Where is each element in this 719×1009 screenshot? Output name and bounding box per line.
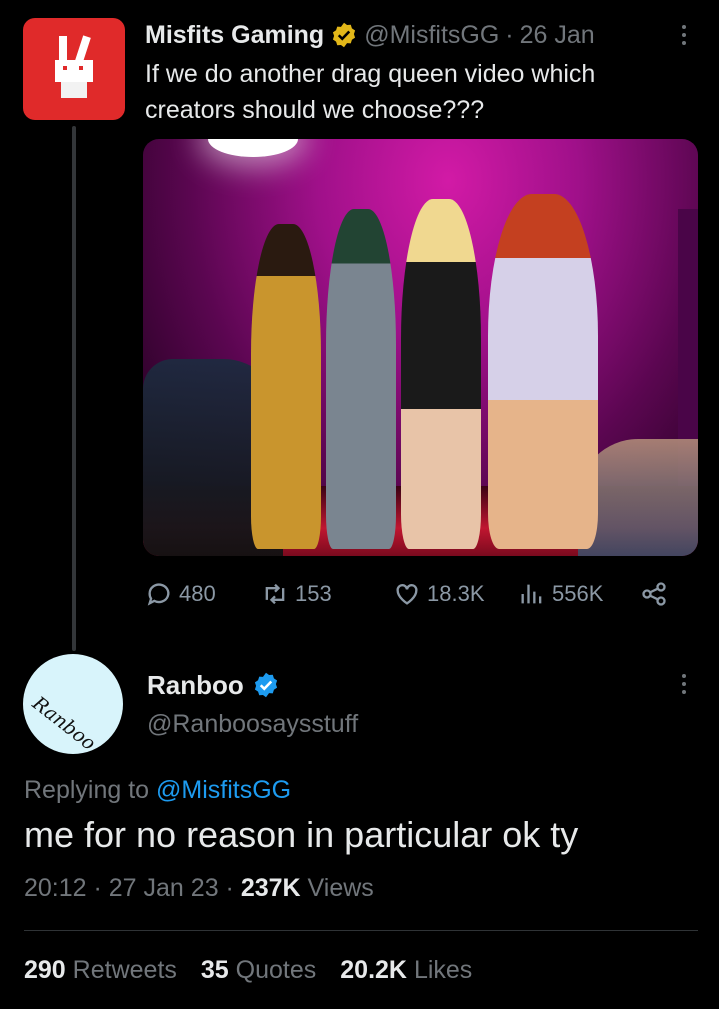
performer-1: [251, 224, 321, 549]
tweet-date[interactable]: 26 Jan: [520, 21, 595, 50]
verified-gold-badge-icon: [333, 22, 356, 48]
reply-icon: [147, 583, 170, 606]
likes-stat[interactable]: 20.2K Likes: [340, 956, 472, 990]
like-button[interactable]: 18.3K: [393, 572, 485, 616]
reply-author-row: Ranboo: [147, 668, 280, 702]
reply-timestamp[interactable]: 20:12 · 27 Jan 23 ·: [24, 874, 234, 902]
retweet-count: 153: [295, 581, 332, 606]
tweet-text: If we do another drag queen video which …: [145, 60, 596, 124]
replying-to-mention[interactable]: @MisfitsGG: [156, 776, 291, 804]
reply-count: 480: [179, 581, 216, 606]
author-handle[interactable]: @MisfitsGG: [364, 21, 499, 50]
avatar-signature: Ranboo: [28, 692, 100, 754]
replying-to-line: Replying to @MisfitsGG: [24, 776, 291, 805]
author-name[interactable]: Misfits Gaming: [145, 21, 324, 50]
performer-4: [488, 194, 598, 549]
reply-button[interactable]: 480: [145, 572, 216, 616]
misfits-logo-icon: [55, 35, 93, 98]
stats-divider: [24, 930, 698, 931]
retweet-icon: [265, 583, 285, 605]
stage-light: [208, 139, 298, 157]
share-button[interactable]: [640, 572, 668, 616]
tweet-actions: 480 153 18.3K 556K: [143, 572, 683, 616]
separator-dot: ·: [505, 20, 514, 49]
more-options-icon[interactable]: [672, 20, 696, 50]
tweet-header: Misfits Gaming @MisfitsGG · 26 Jan: [145, 18, 705, 52]
quotes-stat[interactable]: 35 Quotes: [201, 956, 316, 990]
like-count: 18.3K: [427, 581, 485, 606]
performer-3: [401, 199, 481, 549]
reply-more-options-icon[interactable]: [672, 668, 696, 700]
reply-views-label: Views: [307, 874, 374, 902]
reply-text: me for no reason in particular ok ty: [24, 814, 579, 855]
verified-blue-badge-icon: [254, 672, 277, 698]
reply-author-name[interactable]: Ranboo: [147, 670, 244, 701]
thread-connector-line: [72, 126, 76, 651]
replying-prefix: Replying to: [24, 776, 150, 804]
share-icon: [642, 582, 666, 606]
retweets-stat[interactable]: 290 Retweets: [24, 956, 177, 990]
ranboo-avatar[interactable]: Ranboo: [23, 654, 123, 754]
views-button[interactable]: 556K: [518, 572, 603, 616]
reply-stats: 290 Retweets 35 Quotes 20.2K Likes: [24, 956, 472, 990]
performer-2: [326, 209, 396, 549]
heart-icon: [396, 584, 418, 605]
reply-meta: 20:12 · 27 Jan 23 · 237K Views: [24, 874, 374, 903]
view-count: 556K: [552, 581, 604, 606]
analytics-icon: [521, 584, 542, 604]
misfits-avatar[interactable]: [23, 18, 125, 120]
tweet-photo[interactable]: [143, 139, 698, 556]
retweet-button[interactable]: 153: [261, 572, 332, 616]
reply-author-handle[interactable]: @Ranboosaysstuff: [147, 710, 358, 739]
reply-views-count[interactable]: 237K: [241, 874, 301, 902]
